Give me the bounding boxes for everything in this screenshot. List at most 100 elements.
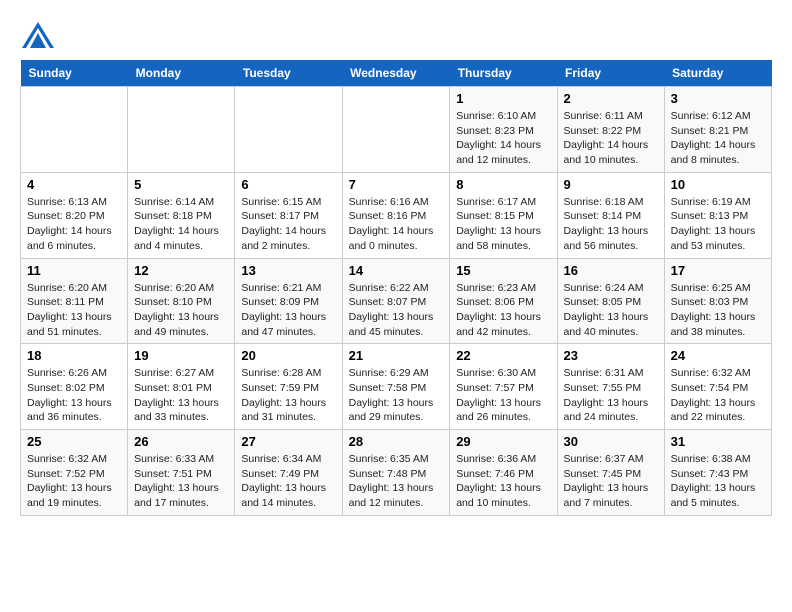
calendar-cell: 10 Sunrise: 6:19 AM Sunset: 8:13 PM Dayli… [664,172,771,258]
day-info: Sunrise: 6:28 AM Sunset: 7:59 PM Dayligh… [241,366,335,425]
calendar-table: SundayMondayTuesdayWednesdayThursdayFrid… [20,60,772,516]
calendar-cell: 3Sunrise: 6:12 AM Sunset: 8:21 PM Daylig… [664,87,771,173]
calendar-cell: 4Sunrise: 6:13 AM Sunset: 8:20 PM Daylig… [21,172,128,258]
day-number: 28 [349,434,444,449]
day-number: 6 [241,177,335,192]
calendar-week-4: 18 Sunrise: 6:26 AM Sunset: 8:02 PM Dayli… [21,344,772,430]
calendar-week-2: 4Sunrise: 6:13 AM Sunset: 8:20 PM Daylig… [21,172,772,258]
day-number: 19 [134,348,228,363]
day-info: Sunrise: 6:36 AM Sunset: 7:46 PM Dayligh… [456,452,550,511]
calendar-cell: 12 Sunrise: 6:20 AM Sunset: 8:10 PM Dayli… [128,258,235,344]
calendar-cell [235,87,342,173]
day-number: 9 [564,177,658,192]
day-number: 23 [564,348,658,363]
weekday-header-row: SundayMondayTuesdayWednesdayThursdayFrid… [21,60,772,87]
calendar-cell: 18 Sunrise: 6:26 AM Sunset: 8:02 PM Dayli… [21,344,128,430]
calendar-body: 1Sunrise: 6:10 AM Sunset: 8:23 PM Daylig… [21,87,772,516]
day-info: Sunrise: 6:20 AM Sunset: 8:10 PM Dayligh… [134,281,228,340]
calendar-cell: 27 Sunrise: 6:34 AM Sunset: 7:49 PM Dayli… [235,430,342,516]
calendar-cell [21,87,128,173]
calendar-cell: 21 Sunrise: 6:29 AM Sunset: 7:58 PM Dayli… [342,344,450,430]
weekday-header-tuesday: Tuesday [235,60,342,87]
day-number: 8 [456,177,550,192]
calendar-week-1: 1Sunrise: 6:10 AM Sunset: 8:23 PM Daylig… [21,87,772,173]
day-number: 27 [241,434,335,449]
day-info: Sunrise: 6:11 AM Sunset: 8:22 PM Dayligh… [564,109,658,168]
calendar-cell: 28 Sunrise: 6:35 AM Sunset: 7:48 PM Dayli… [342,430,450,516]
calendar-cell: 26Sunrise: 6:33 AM Sunset: 7:51 PM Dayli… [128,430,235,516]
day-number: 3 [671,91,765,106]
logo [20,20,60,50]
day-number: 14 [349,263,444,278]
day-number: 12 [134,263,228,278]
day-info: Sunrise: 6:27 AM Sunset: 8:01 PM Dayligh… [134,366,228,425]
day-info: Sunrise: 6:29 AM Sunset: 7:58 PM Dayligh… [349,366,444,425]
calendar-cell: 7Sunrise: 6:16 AM Sunset: 8:16 PM Daylig… [342,172,450,258]
day-number: 29 [456,434,550,449]
calendar-cell: 14 Sunrise: 6:22 AM Sunset: 8:07 PM Dayli… [342,258,450,344]
day-info: Sunrise: 6:18 AM Sunset: 8:14 PM Dayligh… [564,195,658,254]
calendar-cell: 13 Sunrise: 6:21 AM Sunset: 8:09 PM Dayli… [235,258,342,344]
day-info: Sunrise: 6:22 AM Sunset: 8:07 PM Dayligh… [349,281,444,340]
day-number: 10 [671,177,765,192]
day-number: 25 [27,434,121,449]
calendar-cell [342,87,450,173]
calendar-cell: 24Sunrise: 6:32 AM Sunset: 7:54 PM Dayli… [664,344,771,430]
day-info: Sunrise: 6:25 AM Sunset: 8:03 PM Dayligh… [671,281,765,340]
day-info: Sunrise: 6:26 AM Sunset: 8:02 PM Dayligh… [27,366,121,425]
weekday-header-monday: Monday [128,60,235,87]
weekday-header-sunday: Sunday [21,60,128,87]
calendar-cell: 1Sunrise: 6:10 AM Sunset: 8:23 PM Daylig… [450,87,557,173]
day-number: 15 [456,263,550,278]
calendar-cell: 29 Sunrise: 6:36 AM Sunset: 7:46 PM Dayli… [450,430,557,516]
day-info: Sunrise: 6:30 AM Sunset: 7:57 PM Dayligh… [456,366,550,425]
calendar-cell: 19 Sunrise: 6:27 AM Sunset: 8:01 PM Dayli… [128,344,235,430]
calendar-cell: 9 Sunrise: 6:18 AM Sunset: 8:14 PM Daylig… [557,172,664,258]
day-info: Sunrise: 6:34 AM Sunset: 7:49 PM Dayligh… [241,452,335,511]
day-info: Sunrise: 6:14 AM Sunset: 8:18 PM Dayligh… [134,195,228,254]
calendar-week-5: 25 Sunrise: 6:32 AM Sunset: 7:52 PM Dayli… [21,430,772,516]
calendar-week-3: 11Sunrise: 6:20 AM Sunset: 8:11 PM Dayli… [21,258,772,344]
day-number: 13 [241,263,335,278]
day-number: 17 [671,263,765,278]
calendar-cell: 25 Sunrise: 6:32 AM Sunset: 7:52 PM Dayli… [21,430,128,516]
calendar-cell: 17 Sunrise: 6:25 AM Sunset: 8:03 PM Dayli… [664,258,771,344]
day-number: 20 [241,348,335,363]
day-number: 4 [27,177,121,192]
day-info: Sunrise: 6:24 AM Sunset: 8:05 PM Dayligh… [564,281,658,340]
day-info: Sunrise: 6:15 AM Sunset: 8:17 PM Dayligh… [241,195,335,254]
day-info: Sunrise: 6:32 AM Sunset: 7:54 PM Dayligh… [671,366,765,425]
day-info: Sunrise: 6:37 AM Sunset: 7:45 PM Dayligh… [564,452,658,511]
day-number: 31 [671,434,765,449]
calendar-cell: 6 Sunrise: 6:15 AM Sunset: 8:17 PM Daylig… [235,172,342,258]
day-number: 21 [349,348,444,363]
weekday-header-friday: Friday [557,60,664,87]
day-info: Sunrise: 6:19 AM Sunset: 8:13 PM Dayligh… [671,195,765,254]
day-number: 7 [349,177,444,192]
calendar-cell: 16 Sunrise: 6:24 AM Sunset: 8:05 PM Dayli… [557,258,664,344]
day-number: 30 [564,434,658,449]
day-info: Sunrise: 6:38 AM Sunset: 7:43 PM Dayligh… [671,452,765,511]
day-info: Sunrise: 6:35 AM Sunset: 7:48 PM Dayligh… [349,452,444,511]
calendar-cell: 5 Sunrise: 6:14 AM Sunset: 8:18 PM Daylig… [128,172,235,258]
weekday-header-saturday: Saturday [664,60,771,87]
calendar-cell: 11Sunrise: 6:20 AM Sunset: 8:11 PM Dayli… [21,258,128,344]
day-info: Sunrise: 6:17 AM Sunset: 8:15 PM Dayligh… [456,195,550,254]
calendar-cell: 15 Sunrise: 6:23 AM Sunset: 8:06 PM Dayli… [450,258,557,344]
day-number: 5 [134,177,228,192]
calendar-cell: 2 Sunrise: 6:11 AM Sunset: 8:22 PM Daylig… [557,87,664,173]
day-number: 11 [27,263,121,278]
calendar-cell: 8 Sunrise: 6:17 AM Sunset: 8:15 PM Daylig… [450,172,557,258]
day-number: 2 [564,91,658,106]
day-info: Sunrise: 6:31 AM Sunset: 7:55 PM Dayligh… [564,366,658,425]
day-number: 18 [27,348,121,363]
day-number: 26 [134,434,228,449]
day-number: 22 [456,348,550,363]
logo-icon [20,20,56,50]
day-info: Sunrise: 6:32 AM Sunset: 7:52 PM Dayligh… [27,452,121,511]
weekday-header-wednesday: Wednesday [342,60,450,87]
day-number: 16 [564,263,658,278]
day-info: Sunrise: 6:23 AM Sunset: 8:06 PM Dayligh… [456,281,550,340]
day-info: Sunrise: 6:10 AM Sunset: 8:23 PM Dayligh… [456,109,550,168]
day-info: Sunrise: 6:21 AM Sunset: 8:09 PM Dayligh… [241,281,335,340]
